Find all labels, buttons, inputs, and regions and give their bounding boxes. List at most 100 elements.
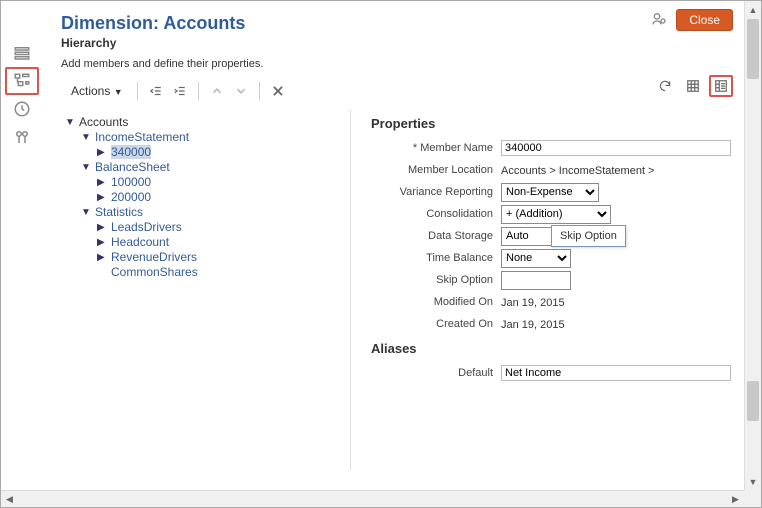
collapse-icon[interactable]: ▼ xyxy=(81,162,91,173)
label-member-name: * Member Name xyxy=(371,142,501,154)
expand-icon[interactable]: ▶ xyxy=(97,237,107,248)
page-subtitle: Hierarchy xyxy=(61,36,731,50)
expand-icon[interactable]: ▶ xyxy=(97,252,107,263)
left-rail xyxy=(5,39,43,151)
label-modified: Modified On xyxy=(371,296,501,308)
tree-row-common[interactable]: ▶CommonShares xyxy=(97,265,350,279)
row-skip-option: Skip Option None xyxy=(371,269,731,291)
tree-row-statistics[interactable]: ▼ Statistics xyxy=(81,205,350,219)
label-skip-option: Skip Option xyxy=(371,274,501,286)
label-data-storage: Data Storage xyxy=(371,230,501,242)
row-modified: Modified On Jan 19, 2015 xyxy=(371,291,731,313)
tree-row-leads[interactable]: ▶ LeadsDrivers xyxy=(97,220,350,234)
tree-row-balance[interactable]: ▼ BalanceSheet xyxy=(81,160,350,174)
tree-row-headcount[interactable]: ▶ Headcount xyxy=(97,235,350,249)
tree-label: Headcount xyxy=(111,235,169,249)
label-created: Created On xyxy=(371,318,501,330)
rail-btn-list[interactable] xyxy=(5,39,39,67)
label-time-balance: Time Balance xyxy=(371,252,501,264)
tree-row-340000[interactable]: ▶ 340000 xyxy=(97,145,350,159)
select-consolidation[interactable]: + (Addition) xyxy=(501,205,611,224)
row-consolidation: Consolidation + (Addition) xyxy=(371,203,731,225)
row-variance: Variance Reporting Non-Expense xyxy=(371,181,731,203)
scroll-thumb[interactable] xyxy=(747,381,759,421)
row-created: Created On Jan 19, 2015 xyxy=(371,313,731,335)
move-down-button[interactable] xyxy=(231,81,251,101)
expand-icon[interactable]: ▶ xyxy=(97,177,107,188)
outdent-icon xyxy=(149,84,163,98)
separator xyxy=(259,82,260,100)
content: Dimension: Accounts Hierarchy Add member… xyxy=(49,5,741,487)
select-variance[interactable]: Non-Expense xyxy=(501,183,599,202)
expand-icon[interactable]: ▶ xyxy=(97,192,107,203)
clock-icon xyxy=(13,100,31,118)
tree-label: CommonShares xyxy=(111,265,198,279)
separator xyxy=(198,82,199,100)
chevron-down-icon xyxy=(234,84,248,98)
collapse-icon[interactable]: ▼ xyxy=(81,132,91,143)
vertical-scrollbar[interactable]: ▲ ▼ xyxy=(744,1,761,490)
select-skip-option[interactable]: None xyxy=(501,271,571,290)
aliases-heading: Aliases xyxy=(371,341,731,356)
scroll-up-icon[interactable]: ▲ xyxy=(745,1,761,18)
move-up-button[interactable] xyxy=(207,81,227,101)
delete-button[interactable] xyxy=(268,81,288,101)
label-variance: Variance Reporting xyxy=(371,186,501,198)
scroll-right-icon[interactable]: ▶ xyxy=(727,491,744,508)
properties-pane: Properties * Member Name Member Location… xyxy=(350,110,731,470)
label-consolidation: Consolidation xyxy=(371,208,501,220)
hierarchy-icon xyxy=(13,72,31,90)
indent-button[interactable] xyxy=(170,81,190,101)
tree-row-200000[interactable]: ▶ 200000 xyxy=(97,190,350,204)
tree-label: LeadsDrivers xyxy=(111,220,182,234)
separator xyxy=(137,82,138,100)
tree-label: 200000 xyxy=(111,190,151,204)
tree-pane: ▼ Accounts ▼ IncomeStatement ▶ 340000 ▼ Bala… xyxy=(61,110,350,470)
collapse-icon[interactable]: ▼ xyxy=(65,117,75,128)
select-time-balance[interactable]: None xyxy=(501,249,571,268)
tree-label: 100000 xyxy=(111,175,151,189)
toolbar: Actions ▼ xyxy=(61,78,731,104)
scroll-thumb[interactable] xyxy=(747,19,759,79)
tree-row-accounts[interactable]: ▼ Accounts xyxy=(65,115,350,129)
tree-label: RevenueDrivers xyxy=(111,250,197,264)
collapse-icon[interactable]: ▼ xyxy=(81,207,91,218)
list-icon xyxy=(13,44,31,62)
label-alias-default: Default xyxy=(371,367,501,379)
outdent-button[interactable] xyxy=(146,81,166,101)
input-member-name[interactable] xyxy=(501,140,731,156)
value-created: Jan 19, 2015 xyxy=(501,319,565,331)
rail-btn-clock[interactable] xyxy=(5,95,39,123)
tree-row-100000[interactable]: ▶ 100000 xyxy=(97,175,350,189)
horizontal-scrollbar[interactable]: ◀ ▶ xyxy=(1,490,744,507)
scroll-corner xyxy=(744,490,761,507)
expand-icon[interactable]: ▶ xyxy=(97,147,107,158)
rail-btn-security[interactable] xyxy=(5,123,39,151)
tooltip-skip-option: Skip Option xyxy=(551,225,626,247)
page-description: Add members and define their properties. xyxy=(61,58,731,70)
tree-label: IncomeStatement xyxy=(95,130,189,144)
tree-label: Accounts xyxy=(79,115,128,129)
wrench-icon xyxy=(13,128,31,146)
page-title: Dimension: Accounts xyxy=(61,13,731,34)
rail-btn-hierarchy[interactable] xyxy=(5,67,39,95)
scroll-down-icon[interactable]: ▼ xyxy=(745,473,761,490)
chevron-up-icon xyxy=(210,84,224,98)
tree-label: 340000 xyxy=(111,145,151,159)
tree-row-income[interactable]: ▼ IncomeStatement xyxy=(81,130,350,144)
main-split: ▼ Accounts ▼ IncomeStatement ▶ 340000 ▼ Bala… xyxy=(61,110,731,470)
row-member-name: * Member Name xyxy=(371,137,731,159)
expand-icon[interactable]: ▶ xyxy=(97,222,107,233)
row-member-location: Member Location Accounts > IncomeStateme… xyxy=(371,159,731,181)
tree-label: Statistics xyxy=(95,205,143,219)
tree-label: BalanceSheet xyxy=(95,160,170,174)
actions-menu[interactable]: Actions ▼ xyxy=(65,82,129,100)
tree-row-revenue[interactable]: ▶ RevenueDrivers xyxy=(97,250,350,264)
scroll-left-icon[interactable]: ◀ xyxy=(1,491,18,508)
row-alias-default: Default xyxy=(371,362,731,384)
chevron-down-icon: ▼ xyxy=(114,87,123,97)
close-icon xyxy=(271,84,285,98)
row-time-balance: Time Balance None xyxy=(371,247,731,269)
input-alias-default[interactable] xyxy=(501,365,731,381)
actions-label: Actions xyxy=(71,84,110,98)
